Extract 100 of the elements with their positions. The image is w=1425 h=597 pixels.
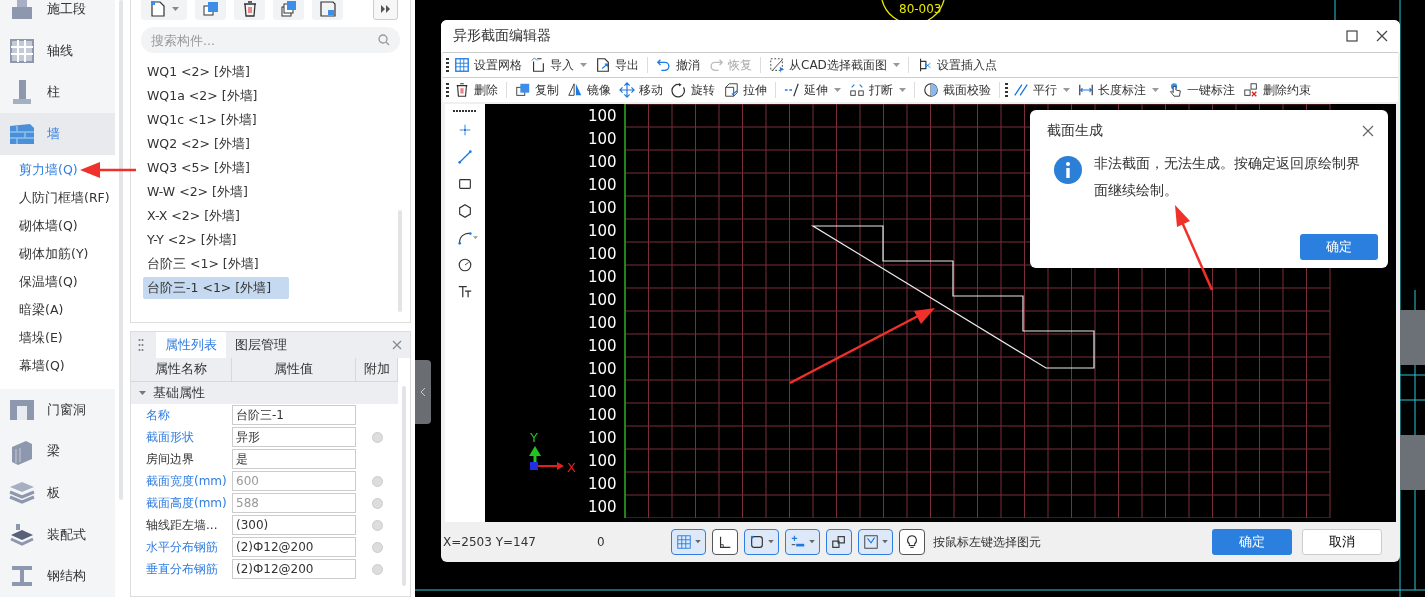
info-icon: [1054, 156, 1082, 184]
group-header[interactable]: 基础属性: [131, 382, 398, 404]
submenu-item[interactable]: 剪力墙(Q): [0, 156, 115, 185]
tab[interactable]: 图层管理: [226, 332, 296, 358]
line-icon: [457, 148, 473, 165]
property-value-field[interactable]: (300): [232, 515, 356, 535]
box-check-icon: [863, 534, 879, 550]
submenu-item[interactable]: 墙垛(E): [0, 324, 115, 353]
sidebar-item[interactable]: 板: [0, 472, 115, 514]
caret-icon: [473, 236, 478, 240]
toolbar-button[interactable]: 旋转: [668, 79, 718, 101]
grid-row-label: 100: [588, 152, 617, 171]
sidebar-item[interactable]: 装配式: [0, 513, 115, 556]
toggle-button[interactable]: [712, 529, 738, 555]
component-item[interactable]: WQ1c <1> [外墙]: [143, 109, 289, 131]
toolbar-button[interactable]: 截面校验: [920, 79, 994, 101]
property-value-field[interactable]: (2)Ф12@200: [232, 559, 356, 579]
component-item[interactable]: WQ2 <2> [外墙]: [143, 133, 289, 155]
submenu-item[interactable]: 保温墙(Q): [0, 268, 115, 297]
grid-row-label: 100: [588, 175, 617, 194]
ok-button[interactable]: 确定: [1212, 529, 1292, 555]
property-value-field[interactable]: 异形: [232, 427, 356, 447]
drag-handle-icon[interactable]: [453, 110, 477, 113]
drag-handle-icon[interactable]: [1005, 83, 1008, 97]
drag-handle-icon[interactable]: [446, 83, 449, 97]
component-item[interactable]: 台阶三-1 <1> [外墙]: [143, 277, 289, 299]
close-icon[interactable]: [1362, 125, 1374, 137]
trash-icon: [454, 82, 470, 98]
toolbar-button[interactable]: 复制: [512, 79, 562, 101]
component-item[interactable]: WQ1a <2> [外墙]: [143, 85, 289, 107]
trash-button[interactable]: [234, 0, 265, 20]
toggle-button[interactable]: [826, 529, 852, 555]
submenu-item[interactable]: 幕墙(Q): [0, 352, 115, 381]
toolbar-button[interactable]: 撤消: [653, 54, 703, 76]
toolbar-button[interactable]: 长度标注: [1075, 79, 1162, 101]
sidebar-item[interactable]: 梁: [0, 430, 115, 473]
maximize-icon[interactable]: [1346, 30, 1358, 42]
copy-button[interactable]: [195, 0, 226, 20]
caret-icon: [768, 540, 774, 544]
toolbar-button[interactable]: 删除: [451, 79, 501, 101]
component-item[interactable]: W-W <2> [外墙]: [143, 181, 289, 203]
property-value-field[interactable]: 台阶三-1: [232, 405, 356, 425]
group-label: 基础属性: [153, 384, 205, 402]
toggle-button[interactable]: [899, 529, 925, 555]
toolbar-button[interactable]: 导入: [527, 54, 590, 76]
submenu-item[interactable]: 暗梁(A): [0, 296, 115, 325]
sidebar-item[interactable]: 门窗洞: [0, 388, 115, 431]
sidebar-item[interactable]: 钢结构: [0, 555, 115, 597]
component-item[interactable]: WQ3 <5> [外墙]: [143, 157, 289, 179]
toolbar-button[interactable]: 打断: [846, 79, 909, 101]
drag-handle-icon[interactable]: [138, 338, 144, 352]
property-value-field[interactable]: (2)Ф12@200: [232, 537, 356, 557]
dimension-icon: [1078, 82, 1094, 98]
toolbar-button[interactable]: 延伸: [781, 79, 844, 101]
submenu-item[interactable]: 砌体加筋(Y): [0, 240, 115, 269]
component-item[interactable]: X-X <2> [外墙]: [143, 205, 289, 227]
component-item[interactable]: WQ1 <2> [外墙]: [143, 61, 289, 83]
cancel-button[interactable]: 取消: [1302, 529, 1382, 555]
toolbar-button[interactable]: 拉伸: [720, 79, 770, 101]
toolbar-button[interactable]: 导出: [592, 54, 642, 76]
toolbar-button[interactable]: 设置插入点: [913, 54, 1000, 76]
collapse-handle[interactable]: [415, 360, 431, 424]
close-icon[interactable]: [1376, 30, 1388, 42]
new-file-button[interactable]: [141, 0, 187, 20]
drag-handle-icon[interactable]: [446, 58, 449, 72]
submenu-item[interactable]: 人防门框墙(RF): [0, 184, 115, 213]
toolbar-button[interactable]: 一键标注: [1164, 79, 1238, 101]
layers-button[interactable]: [273, 0, 304, 20]
toolbar-button[interactable]: 从CAD选择截面图: [766, 54, 903, 76]
property-value-field[interactable]: 是: [232, 449, 356, 469]
toolbar-button[interactable]: 移动: [616, 79, 666, 101]
category-label: 柱: [47, 83, 60, 102]
save-button[interactable]: [312, 0, 343, 20]
toggle-button[interactable]: [858, 529, 893, 555]
toolbar-button[interactable]: 平行: [1010, 79, 1073, 101]
annotation-arrow: [80, 162, 136, 178]
toggle-button[interactable]: [744, 529, 779, 555]
grid-row-label: 100: [588, 474, 617, 493]
toggle-button[interactable]: [785, 529, 820, 555]
submenu-item[interactable]: 砌体墙(Q): [0, 212, 115, 241]
sidebar-item[interactable]: 施工段: [0, 0, 115, 30]
search-field[interactable]: 搜索构件...: [141, 27, 400, 53]
ok-button[interactable]: 确定: [1300, 234, 1378, 260]
grid-row-label: 100: [588, 451, 617, 470]
sidebar-item[interactable]: 墙: [0, 113, 115, 155]
toolbar-button[interactable]: 删除约束: [1240, 79, 1314, 101]
grid-row-label: 100: [588, 359, 617, 378]
hint-text: 按鼠标左键选择图元: [933, 533, 1041, 551]
grid-icon: [676, 534, 692, 550]
property-name: 房间边界: [145, 450, 195, 468]
sidebar-item[interactable]: 柱: [0, 71, 115, 113]
tab[interactable]: 属性列表: [156, 332, 226, 358]
component-item[interactable]: 台阶三 <1> [外墙]: [143, 253, 289, 275]
component-item[interactable]: Y-Y <2> [外墙]: [143, 229, 289, 251]
property-name: 水平分布钢筋: [145, 538, 219, 556]
more-button[interactable]: [373, 0, 398, 20]
toggle-button[interactable]: [671, 529, 706, 555]
toolbar-button[interactable]: 镜像: [564, 79, 614, 101]
toolbar-button[interactable]: 设置网格: [451, 54, 525, 76]
sidebar-item[interactable]: 轴线: [0, 29, 115, 72]
